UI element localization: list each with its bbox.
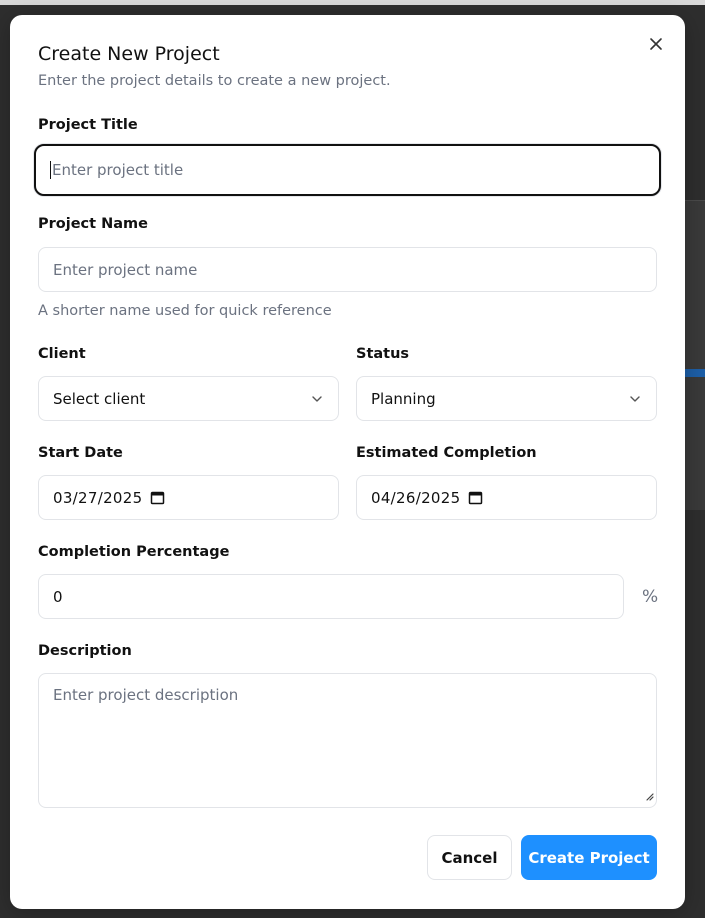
- background-topbar: [0, 0, 705, 5]
- cancel-button[interactable]: Cancel: [427, 835, 512, 880]
- text-cursor: [50, 161, 51, 179]
- project-name-input[interactable]: Enter project name: [38, 247, 657, 292]
- start-date-picker-button[interactable]: [150, 490, 165, 505]
- calendar-icon: [469, 491, 483, 505]
- completion-percentage-label: Completion Percentage: [38, 544, 230, 560]
- status-label: Status: [356, 346, 410, 362]
- chevron-down-icon: [630, 395, 640, 402]
- start-date-label: Start Date: [38, 445, 123, 461]
- description-label: Description: [38, 643, 132, 659]
- calendar-icon: [151, 491, 165, 505]
- description-textarea[interactable]: Enter project description: [38, 673, 657, 808]
- project-name-helper: A shorter name used for quick reference: [38, 303, 332, 319]
- completion-percentage-value: 0: [53, 587, 63, 606]
- project-name-placeholder: Enter project name: [53, 260, 198, 279]
- project-title-input[interactable]: Enter project title: [34, 144, 661, 196]
- close-button[interactable]: [645, 33, 667, 55]
- background-card: [684, 200, 705, 510]
- create-project-dialog: Create New Project Enter the project det…: [10, 15, 685, 909]
- description-placeholder: Enter project description: [53, 686, 239, 704]
- status-selected-value: Planning: [371, 389, 436, 408]
- estimated-completion-label: Estimated Completion: [356, 445, 537, 461]
- dialog-subtitle: Enter the project details to create a ne…: [38, 73, 391, 89]
- close-icon: [650, 38, 662, 50]
- client-selected-value: Select client: [53, 389, 146, 408]
- status-select[interactable]: Planning: [356, 376, 657, 421]
- start-date-value: 03/27/2025: [53, 488, 143, 507]
- estimated-completion-value: 04/26/2025: [371, 488, 461, 507]
- client-select[interactable]: Select client: [38, 376, 339, 421]
- completion-percentage-input[interactable]: 0: [38, 574, 624, 619]
- project-title-placeholder: Enter project title: [52, 161, 184, 179]
- client-label: Client: [38, 346, 86, 362]
- project-name-label: Project Name: [38, 216, 148, 232]
- start-date-input[interactable]: 03/27/2025: [38, 475, 339, 520]
- dialog-title: Create New Project: [38, 43, 220, 65]
- background-accent-bar: [684, 369, 705, 377]
- estimated-completion-picker-button[interactable]: [468, 490, 483, 505]
- estimated-completion-input[interactable]: 04/26/2025: [356, 475, 657, 520]
- chevron-down-icon: [312, 395, 322, 402]
- resize-handle-icon[interactable]: [644, 787, 654, 805]
- percent-unit: %: [642, 587, 659, 607]
- create-project-button[interactable]: Create Project: [521, 835, 657, 880]
- project-title-label: Project Title: [38, 117, 138, 133]
